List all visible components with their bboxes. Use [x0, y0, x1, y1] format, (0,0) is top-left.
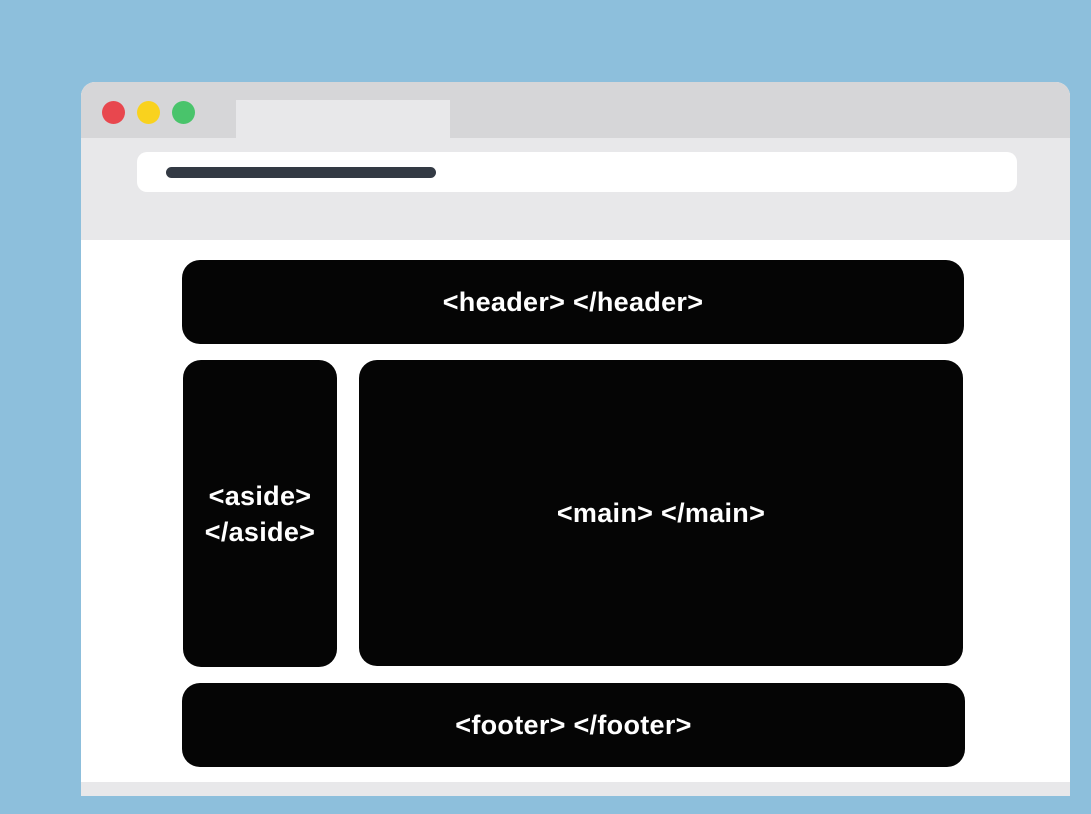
aside-close-tag: </aside> — [204, 516, 316, 547]
aside-block: <aside> </aside> — [183, 360, 337, 667]
browser-toolbar — [81, 138, 1070, 240]
header-block: <header> </header> — [182, 260, 964, 344]
close-window-button[interactable] — [102, 101, 125, 124]
main-block-label: <main> </main> — [556, 497, 766, 528]
maximize-window-button[interactable] — [172, 101, 195, 124]
minimize-window-button[interactable] — [137, 101, 160, 124]
address-bar[interactable] — [137, 152, 1017, 192]
tab-strip — [81, 82, 1070, 140]
browser-tab[interactable] — [236, 100, 450, 140]
page-viewport: <header> </header> <aside> </aside> <mai… — [81, 240, 1070, 782]
window-bottom-edge — [81, 782, 1070, 796]
header-block-label: <header> </header> — [442, 286, 704, 317]
main-block: <main> </main> — [359, 360, 963, 666]
browser-window: <header> </header> <aside> </aside> <mai… — [81, 82, 1070, 796]
address-placeholder-bar — [166, 167, 436, 178]
aside-open-tag: <aside> — [208, 480, 312, 511]
footer-block: <footer> </footer> — [182, 683, 965, 767]
footer-block-label: <footer> </footer> — [455, 709, 692, 740]
